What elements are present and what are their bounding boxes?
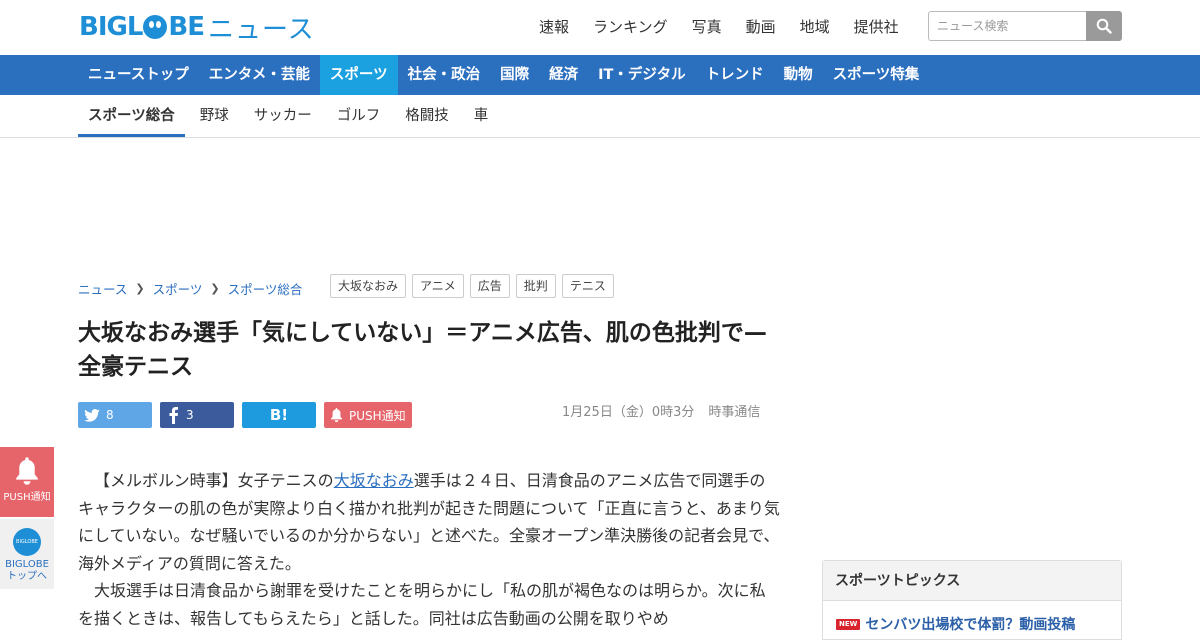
subnav-item-sports-general[interactable]: スポーツ総合	[78, 95, 185, 137]
breadcrumb-sports[interactable]: スポーツ	[153, 279, 203, 298]
chevron-right-icon: ❯	[210, 282, 220, 295]
site-header: BIGL BE ニュース 速報 ランキング 写真 動画 地域 提供社	[0, 0, 1200, 55]
logo-mascot-icon	[143, 15, 168, 39]
twitter-share-count: 8	[106, 408, 114, 422]
share-buttons: 8 3 B! PUSH通知	[78, 402, 412, 428]
facebook-share-button[interactable]: 3	[160, 402, 234, 428]
paragraph-text: 【メルボルン時事】女子テニスの	[94, 471, 334, 490]
topic-item-title: センバツ出場校で体罰？動画投稿	[865, 617, 1076, 633]
search-input[interactable]	[928, 11, 1086, 41]
tag-advertising[interactable]: 広告	[469, 274, 510, 298]
top-link-photos[interactable]: 写真	[692, 16, 722, 37]
new-badge: NEW	[836, 618, 861, 630]
biglobe-mascot-icon: BIGLOBE	[13, 528, 41, 556]
bell-icon	[330, 408, 343, 422]
twitter-share-button[interactable]: 8	[78, 402, 152, 428]
subnav-item-martial-arts[interactable]: 格闘技	[395, 95, 459, 137]
subnav-item-soccer[interactable]: サッカー	[244, 95, 322, 137]
top-link-breaking[interactable]: 速報	[539, 16, 569, 37]
article-paragraph: 【メルボルン時事】女子テニスの大坂なおみ選手は２４日、日清食品のアニメ広告で同選…	[78, 467, 780, 577]
nav-item-economy[interactable]: 経済	[539, 55, 588, 95]
subnav-item-cars[interactable]: 車	[464, 95, 499, 137]
biglobe-news-logo[interactable]: BIGL BE ニュース	[79, 11, 315, 45]
subnav-item-baseball[interactable]: 野球	[190, 95, 239, 137]
breadcrumb: ニュース ❯ スポーツ ❯ スポーツ総合	[78, 279, 302, 298]
nav-item-it-digital[interactable]: IT・デジタル	[588, 55, 696, 95]
article-source[interactable]: 時事通信	[708, 405, 760, 420]
breadcrumb-sports-general[interactable]: スポーツ総合	[228, 279, 303, 298]
tag-criticism[interactable]: 批判	[515, 274, 556, 298]
side-push-label: PUSH通知	[3, 492, 51, 503]
nav-item-news-top[interactable]: ニューストップ	[78, 55, 199, 95]
facebook-share-count: 3	[186, 408, 194, 422]
nav-item-sports-special[interactable]: スポーツ特集	[823, 55, 930, 95]
biglobe-top-button[interactable]: BIGLOBE BIGLOBE トップへ	[0, 519, 54, 589]
article-date: 1月25日（金）0時3分	[562, 405, 695, 420]
push-notification-button[interactable]: PUSH通知	[324, 402, 412, 428]
article-title: 大坂なおみ選手「気にしていない」＝アニメ広告、肌の色批判で—全豪テニス	[78, 320, 767, 380]
biglobe-top-label-2: トップへ	[7, 571, 47, 582]
logo-news-text: ニュース	[207, 14, 315, 45]
article-body: 【メルボルン時事】女子テニスの大坂なおみ選手は２４日、日清食品のアニメ広告で同選…	[78, 467, 780, 632]
nav-item-trend[interactable]: トレンド	[696, 55, 774, 95]
nav-item-international[interactable]: 国際	[490, 55, 539, 95]
tag-anime[interactable]: アニメ	[412, 274, 464, 298]
bell-icon	[16, 457, 38, 485]
twitter-bird-icon	[84, 408, 100, 422]
logo-brand-text: BIGL	[79, 12, 143, 42]
side-push-notification-button[interactable]: PUSH通知	[0, 447, 54, 517]
logo-brand-text-end: BE	[168, 12, 205, 42]
sports-topics-heading: スポーツトピックス	[823, 561, 1121, 601]
nav-item-sports[interactable]: スポーツ	[319, 55, 398, 95]
main-nav: ニューストップ エンタメ・芸能 スポーツ 社会・政治 国際 経済 IT・デジタル…	[0, 55, 1200, 95]
top-link-ranking[interactable]: ランキング	[593, 16, 668, 37]
article-meta: 1月25日（金）0時3分 時事通信	[562, 401, 760, 420]
subnav-item-golf[interactable]: ゴルフ	[327, 95, 391, 137]
search-button[interactable]	[1086, 11, 1122, 41]
sports-topics-panel: スポーツトピックス NEW センバツ出場校で体罰？動画投稿	[822, 560, 1122, 640]
topic-item[interactable]: NEW センバツ出場校で体罰？動画投稿	[823, 601, 1121, 634]
nav-item-animals[interactable]: 動物	[774, 55, 823, 95]
top-links: 速報 ランキング 写真 動画 地域 提供社	[539, 16, 899, 37]
push-notification-label: PUSH通知	[349, 408, 406, 423]
biglobe-top-label-1: BIGLOBE	[5, 559, 49, 570]
facebook-icon	[169, 407, 178, 424]
tag-osaka-naomi[interactable]: 大坂なおみ	[330, 274, 407, 298]
hatena-bookmark-label: B!	[269, 406, 289, 424]
tag-tennis[interactable]: テニス	[561, 274, 614, 298]
search-bar	[928, 11, 1122, 41]
breadcrumb-news[interactable]: ニュース	[78, 279, 127, 298]
chevron-right-icon: ❯	[135, 282, 145, 295]
top-link-providers[interactable]: 提供社	[854, 16, 899, 37]
nav-item-entertainment[interactable]: エンタメ・芸能	[199, 55, 320, 95]
sub-nav: スポーツ総合 野球 サッカー ゴルフ 格闘技 車	[0, 95, 1200, 138]
top-link-videos[interactable]: 動画	[746, 16, 776, 37]
article-paragraph: 大坂選手は日清食品から謝罪を受けたことを明らかにし「私の肌が褐色なのは明らか。次…	[78, 581, 766, 628]
hatena-bookmark-button[interactable]: B!	[242, 402, 316, 428]
search-icon	[1096, 18, 1112, 34]
nav-item-society-politics[interactable]: 社会・政治	[398, 55, 491, 95]
top-link-regions[interactable]: 地域	[800, 16, 830, 37]
article-tags: 大坂なおみ アニメ 広告 批判 テニス	[330, 274, 614, 298]
osaka-naomi-link[interactable]: 大坂なおみ	[334, 471, 414, 490]
